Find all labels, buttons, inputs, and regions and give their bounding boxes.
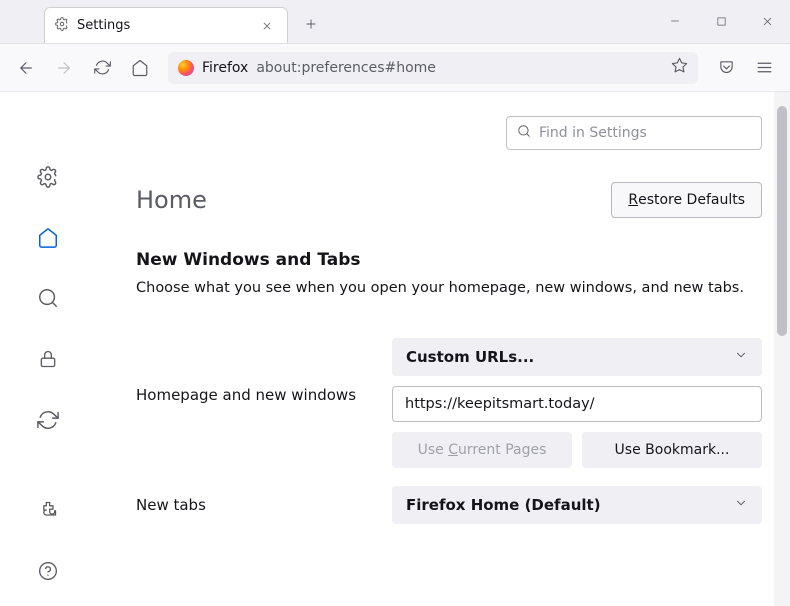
sidebar-general-icon[interactable] (30, 162, 66, 193)
address-bar[interactable]: Firefox about:preferences#home (168, 52, 698, 84)
homepage-label: Homepage and new windows (136, 338, 392, 404)
pocket-button[interactable] (710, 52, 742, 84)
page-title: Home (136, 186, 207, 214)
homepage-mode-dropdown[interactable]: Custom URLs... (392, 338, 762, 376)
search-input[interactable]: Find in Settings (506, 116, 762, 150)
restore-defaults-button[interactable]: Restore Defaults (611, 182, 762, 218)
sidebar-help-icon[interactable] (30, 555, 66, 586)
sidebar-search-icon[interactable] (30, 283, 66, 314)
reload-button[interactable] (86, 52, 118, 84)
chevron-down-icon (734, 348, 748, 366)
use-current-pages-button[interactable]: Use Current Pages (392, 432, 572, 468)
maximize-button[interactable] (698, 0, 744, 43)
url-text: about:preferences#home (256, 60, 436, 76)
tab-label: Settings (77, 18, 130, 33)
chevron-down-icon (734, 496, 748, 514)
home-button[interactable] (124, 52, 156, 84)
vertical-scrollbar[interactable] (774, 92, 790, 606)
new-tab-button[interactable] (296, 9, 326, 39)
close-tab-icon[interactable] (257, 16, 277, 36)
search-placeholder: Find in Settings (539, 125, 647, 141)
menu-button[interactable] (748, 52, 780, 84)
section-heading: New Windows and Tabs (136, 250, 762, 270)
gear-icon (55, 17, 69, 35)
newtabs-label: New tabs (136, 496, 392, 514)
sidebar-sync-icon[interactable] (30, 404, 66, 435)
sidebar-home-icon[interactable] (30, 223, 66, 254)
back-button[interactable] (10, 52, 42, 84)
close-window-button[interactable] (744, 0, 790, 43)
sidebar-extensions-icon[interactable] (30, 495, 66, 526)
url-brand: Firefox (202, 60, 248, 76)
firefox-icon (178, 60, 194, 76)
homepage-url-input[interactable] (392, 386, 762, 422)
sidebar-privacy-icon[interactable] (30, 344, 66, 375)
search-icon (517, 124, 531, 142)
browser-tab[interactable]: Settings (44, 7, 288, 43)
section-description: Choose what you see when you open your h… (136, 280, 762, 296)
forward-button (48, 52, 80, 84)
newtabs-dropdown[interactable]: Firefox Home (Default) (392, 486, 762, 524)
settings-sidebar (0, 92, 96, 606)
scrollbar-thumb[interactable] (777, 106, 787, 336)
bookmark-star-icon[interactable] (671, 57, 688, 78)
use-bookmark-button[interactable]: Use Bookmark... (582, 432, 762, 468)
minimize-button[interactable] (652, 0, 698, 43)
